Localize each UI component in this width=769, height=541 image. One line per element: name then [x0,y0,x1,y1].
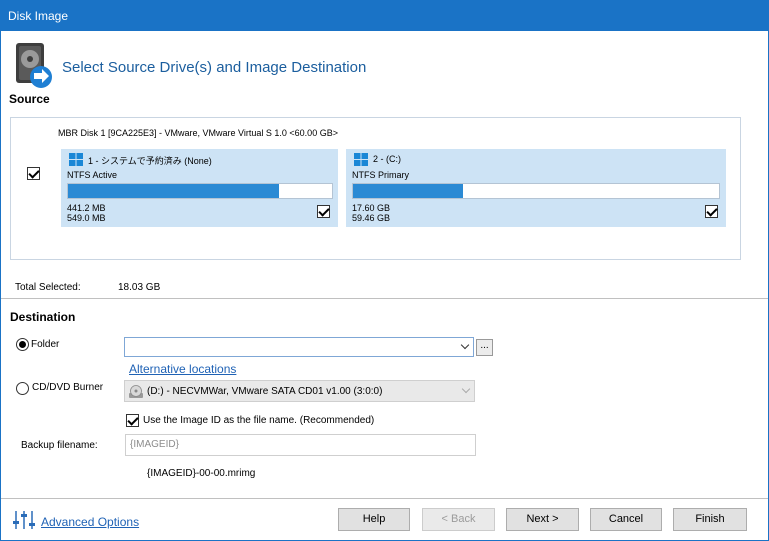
partition-usage-bar [352,183,720,199]
destination-label: Destination [10,310,76,324]
use-image-id-checkbox[interactable] [126,414,139,427]
next-button[interactable]: Next > [506,508,579,531]
cd-dvd-combo-value: (D:) - NECVMWar, VMware SATA CD01 v1.00 … [147,386,383,397]
partition-usage-fill [353,184,463,198]
chevron-down-icon[interactable] [460,340,470,350]
partition-1[interactable]: 1 - システムで予約済み (None) NTFS Active 441.2 M… [61,149,338,227]
help-button[interactable]: Help [338,508,410,531]
cd-dvd-radio-label: CD/DVD Burner [32,382,104,393]
cd-dvd-radio[interactable] [16,382,29,395]
total-selected-label: Total Selected: [15,282,81,293]
windows-logo-icon [354,153,368,166]
cd-dvd-combo[interactable]: (D:) - NECVMWar, VMware SATA CD01 v1.00 … [124,380,475,402]
dvd-drive-icon [129,385,143,398]
folder-radio[interactable] [16,338,29,351]
chevron-down-icon [461,384,471,394]
partition-2[interactable]: 2 - (C:) NTFS Primary 17.60 GB 59.46 GB [346,149,726,227]
partition-total: 549.0 MB [67,213,106,223]
folder-combo[interactable] [124,337,474,357]
partition-1-checkbox[interactable] [317,205,330,218]
windows-logo-icon [69,153,83,166]
browse-button[interactable]: ... [476,339,493,356]
disk-image-icon [16,43,52,88]
source-label: Source [9,92,50,106]
partition-2-checkbox[interactable] [705,205,718,218]
divider [1,498,768,499]
backup-filename-input[interactable]: {IMAGEID} [125,434,476,456]
cancel-button[interactable]: Cancel [590,508,662,531]
sliders-icon[interactable] [12,509,36,531]
partition-type: NTFS Primary [352,170,409,180]
partition-used: 441.2 MB [67,203,106,213]
backup-filename-label: Backup filename: [21,440,98,451]
partition-name: 1 - システムで予約済み (None) [88,156,212,166]
partition-name: 2 - (C:) [373,154,401,164]
finish-button[interactable]: Finish [673,508,747,531]
advanced-options-link[interactable]: Advanced Options [41,515,139,529]
window-title: Disk Image [8,9,69,23]
alternative-locations-link[interactable]: Alternative locations [129,362,236,376]
page-title: Select Source Drive(s) and Image Destina… [62,59,367,76]
partition-used: 17.60 GB [352,203,391,213]
folder-radio-label: Folder [31,339,60,350]
partition-type: NTFS Active [67,170,118,180]
partition-usage-bar [67,183,333,199]
disk-checkbox[interactable] [27,167,40,180]
back-button[interactable]: < Back [422,508,495,531]
title-bar: Disk Image [0,0,769,31]
window-frame [0,31,769,541]
disk-label: MBR Disk 1 [9CA225E3] - VMware, VMware V… [58,128,338,138]
filename-preview: {IMAGEID}-00-00.mrimg [147,468,256,479]
divider [1,298,768,299]
partition-usage-fill [68,184,280,198]
total-selected-value: 18.03 GB [118,282,161,293]
use-image-id-label: Use the Image ID as the file name. (Reco… [143,415,375,426]
partition-total: 59.46 GB [352,213,391,223]
